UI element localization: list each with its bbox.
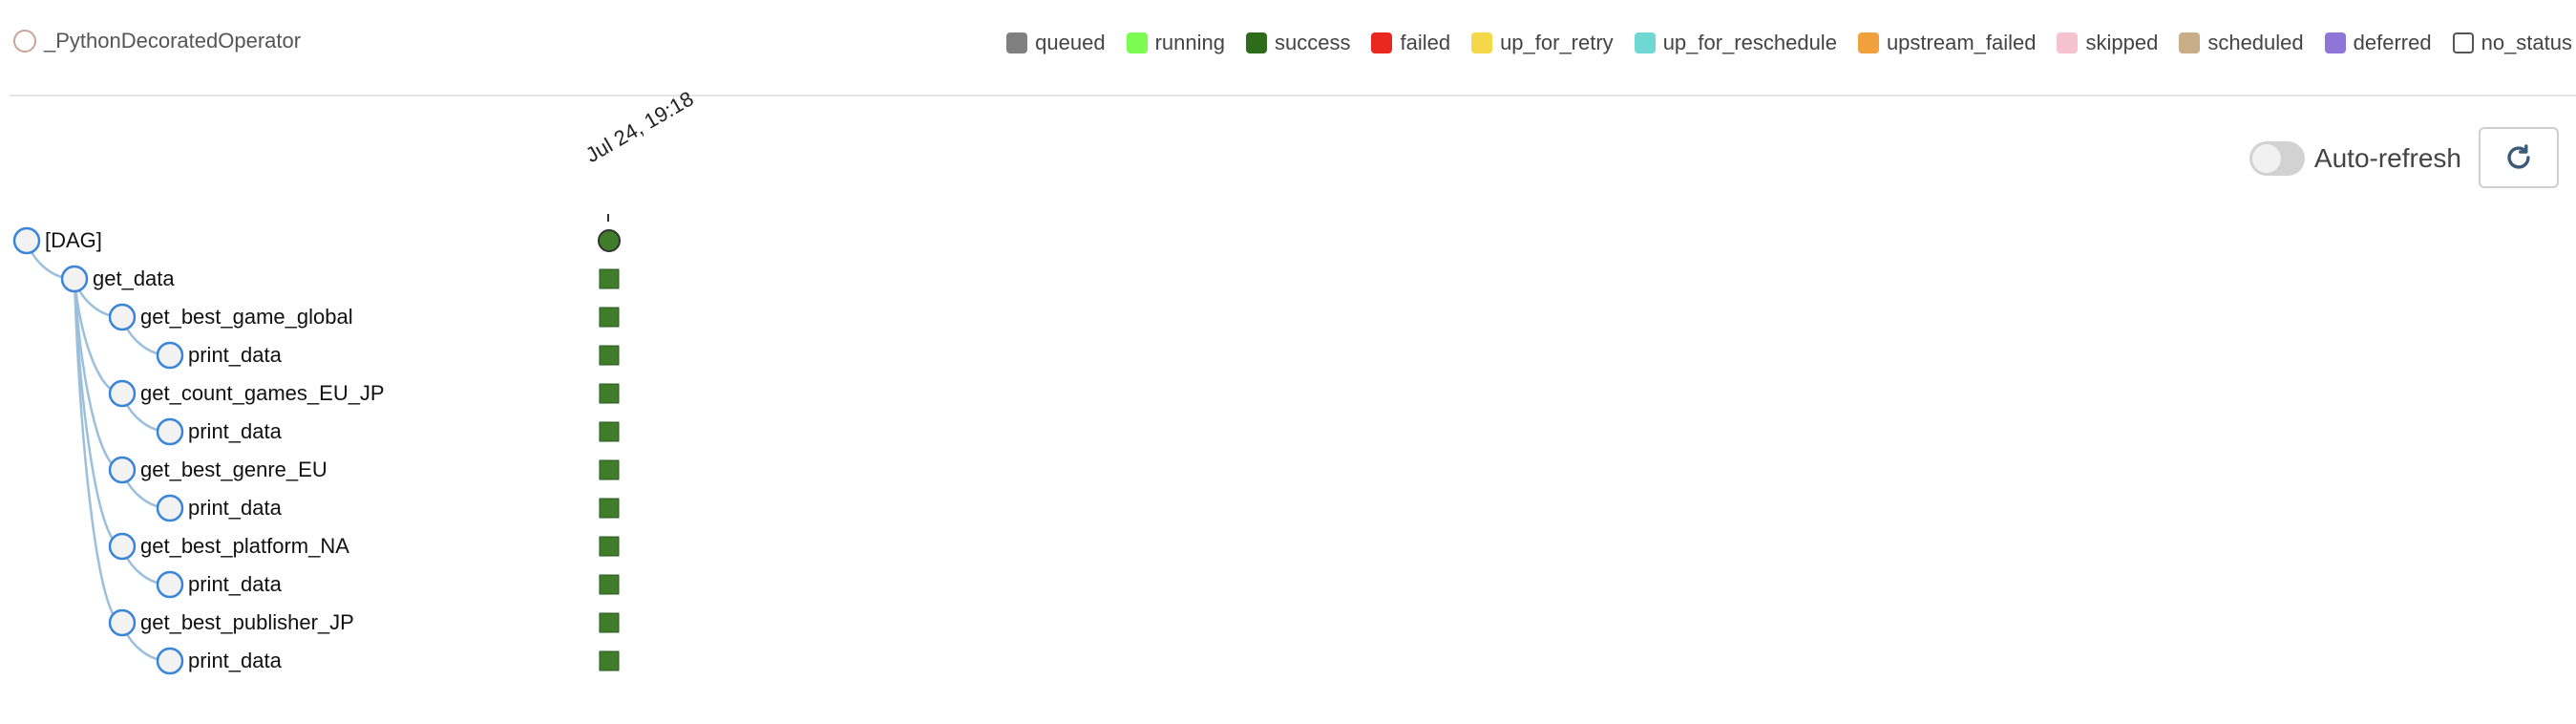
legend-item-up-for-retry[interactable]: up_for_retry xyxy=(1471,31,1614,55)
legend-item-running[interactable]: running xyxy=(1126,31,1225,55)
legend-item-up-for-reschedule[interactable]: up_for_reschedule xyxy=(1634,31,1837,55)
auto-refresh-control[interactable]: Auto-refresh xyxy=(2249,141,2461,176)
legend-swatch xyxy=(2324,32,2346,53)
task-label[interactable]: get_data xyxy=(93,267,175,290)
legend-swatch xyxy=(2452,32,2474,53)
tree-node-circle[interactable] xyxy=(156,570,184,599)
tree-node-circle[interactable] xyxy=(108,532,137,561)
task-label[interactable]: print_data xyxy=(188,573,282,596)
task-label[interactable]: print_data xyxy=(188,344,282,367)
legend-item-success[interactable]: success xyxy=(1245,31,1351,55)
tree-node-circle[interactable] xyxy=(12,226,41,255)
legend-item-deferred[interactable]: deferred xyxy=(2324,31,2432,55)
tree-view-page: _PythonDecoratedOperator queued running su… xyxy=(0,0,2576,724)
legend-swatch xyxy=(1371,32,1393,53)
tree-node-circle[interactable] xyxy=(108,379,137,408)
legend-label: up_for_retry xyxy=(1500,31,1614,54)
task-instance-status-box[interactable] xyxy=(599,650,620,671)
task-label[interactable]: print_data xyxy=(188,420,282,443)
legend-label: queued xyxy=(1035,31,1106,54)
task-instance-status-box[interactable] xyxy=(599,536,620,557)
task-label[interactable]: print_data xyxy=(188,649,282,672)
task-instance-status-box[interactable] xyxy=(599,574,620,595)
tree-node-circle[interactable] xyxy=(108,608,137,637)
task-label[interactable]: get_best_publisher_JP xyxy=(140,611,354,634)
dag-run-status-dot[interactable] xyxy=(598,229,621,252)
task-instance-status-box[interactable] xyxy=(599,612,620,633)
legend-swatch xyxy=(2179,32,2201,53)
legend-label: deferred xyxy=(2353,31,2432,54)
legend-label: upstream_failed xyxy=(1886,31,2037,54)
auto-refresh-label: Auto-refresh xyxy=(2313,143,2461,173)
state-legend: queued running success failed up_for_retry up… xyxy=(985,31,2572,55)
legend-label: skipped xyxy=(2085,31,2159,54)
legend-item-failed[interactable]: failed xyxy=(1371,31,1450,55)
toggle-knob xyxy=(2251,144,2281,173)
task-instance-status-box[interactable] xyxy=(599,459,620,480)
tree-node-circle[interactable] xyxy=(108,303,137,331)
legend-swatch xyxy=(2057,32,2079,53)
legend-item-queued[interactable]: queued xyxy=(1006,31,1106,55)
legend-label: up_for_reschedule xyxy=(1662,31,1837,54)
task-instance-status-box[interactable] xyxy=(599,268,620,289)
legend-item-upstream-failed[interactable]: upstream_failed xyxy=(1857,31,2037,55)
tree-node-circle[interactable] xyxy=(156,341,184,370)
task-instance-status-box[interactable] xyxy=(599,421,620,442)
task-instance-status-box[interactable] xyxy=(599,498,620,519)
legend-swatch xyxy=(1245,32,1267,53)
legend-label: failed xyxy=(1400,31,1451,54)
legend-label: no_status xyxy=(2481,31,2572,54)
auto-refresh-toggle[interactable] xyxy=(2249,141,2305,176)
task-label[interactable]: get_best_game_global xyxy=(140,306,353,329)
tree-node-circle[interactable] xyxy=(60,265,89,293)
task-instance-status-box[interactable] xyxy=(599,345,620,366)
legend-item-no-status[interactable]: no_status xyxy=(2452,31,2572,55)
legend-label: scheduled xyxy=(2207,31,2304,54)
task-label[interactable]: get_best_genre_EU xyxy=(140,458,327,481)
task-label[interactable]: print_data xyxy=(188,497,282,520)
legend-swatch xyxy=(1857,32,1879,53)
tree-node-circle[interactable] xyxy=(108,456,137,484)
legend-item-skipped[interactable]: skipped xyxy=(2057,31,2158,55)
task-instance-status-box[interactable] xyxy=(599,383,620,404)
legend-item-scheduled[interactable]: scheduled xyxy=(2179,31,2304,55)
dag-label[interactable]: [DAG] xyxy=(45,229,102,252)
legend-swatch xyxy=(1471,32,1493,53)
legend-swatch xyxy=(1634,32,1656,53)
legend-swatch xyxy=(1006,32,1028,53)
tree-graph xyxy=(12,214,621,675)
legend-label: running xyxy=(1154,31,1225,54)
task-label[interactable]: get_count_games_EU_JP xyxy=(140,382,385,405)
tree-node-circle[interactable] xyxy=(156,647,184,675)
refresh-button[interactable] xyxy=(2479,127,2559,188)
legend-label: success xyxy=(1274,31,1351,54)
tree-link xyxy=(73,278,123,625)
legend-swatch xyxy=(1126,32,1148,53)
task-instance-status-box[interactable] xyxy=(599,307,620,328)
tree-node-circle[interactable] xyxy=(156,494,184,522)
tree-node-circle[interactable] xyxy=(156,417,184,446)
task-label[interactable]: get_best_platform_NA xyxy=(140,535,349,558)
refresh-icon xyxy=(2507,144,2530,169)
